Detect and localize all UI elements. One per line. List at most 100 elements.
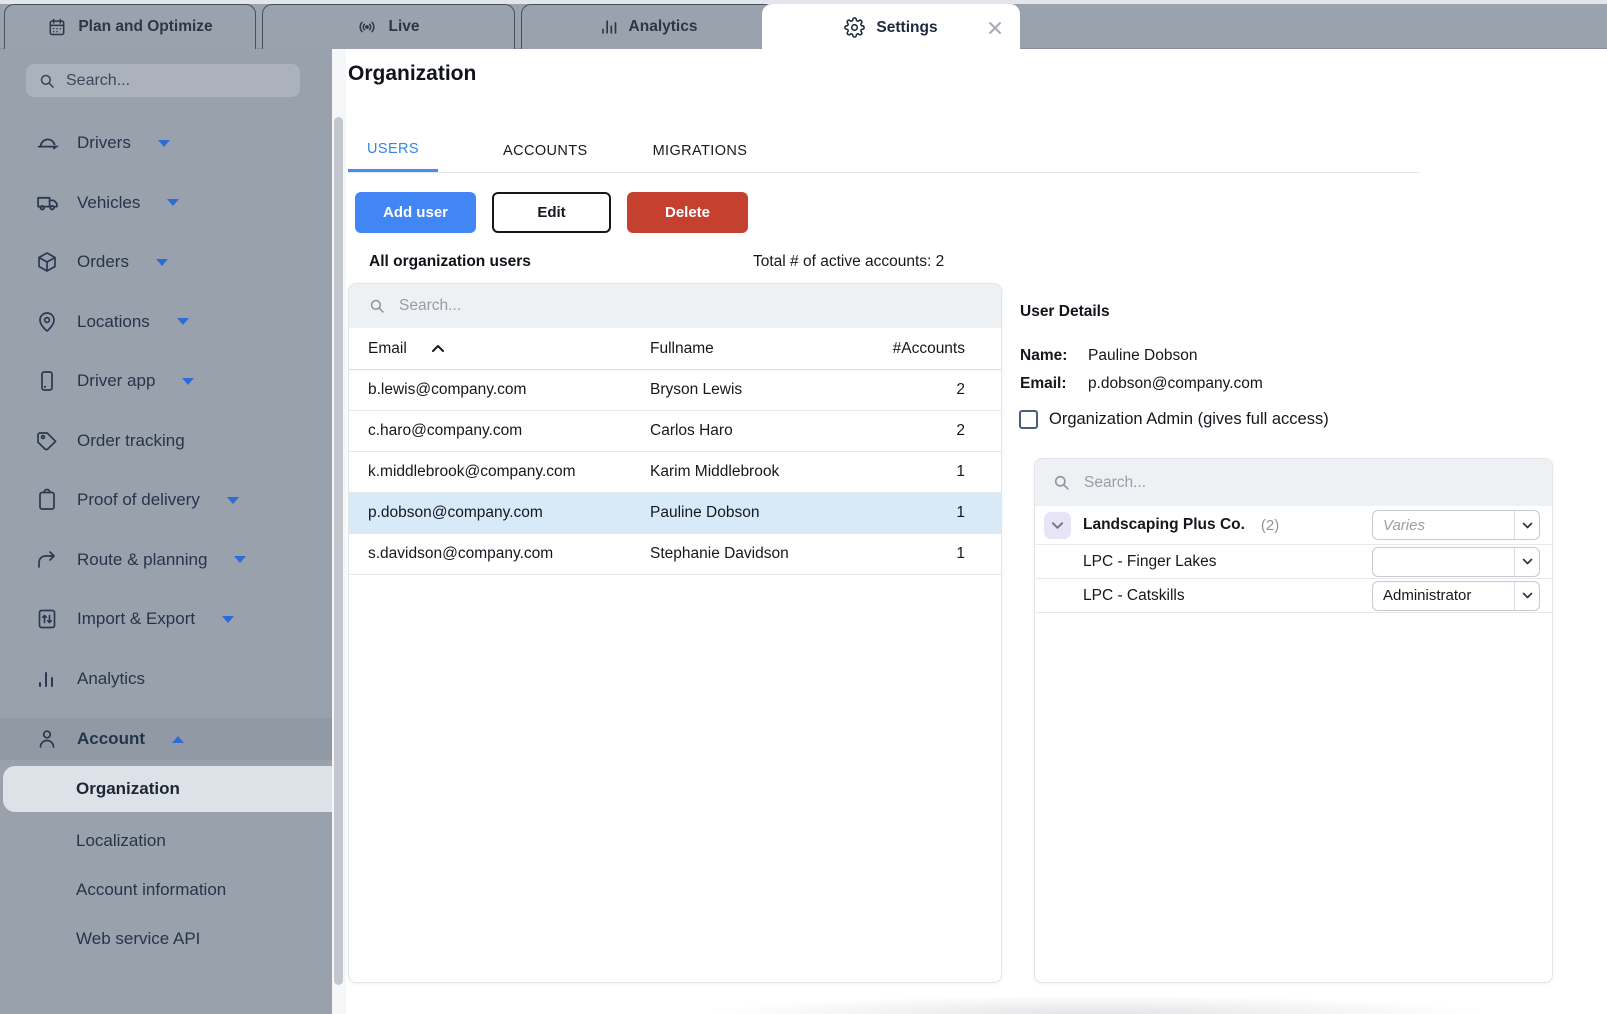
sidebar-item-vehicles[interactable]: Vehicles (0, 183, 332, 223)
sidebar-item-route-planning[interactable]: Route & planning (0, 540, 332, 580)
account-name: LPC - Finger Lakes (1083, 553, 1217, 571)
role-select-value: Administrator (1373, 582, 1514, 610)
content-scrollbar-thumb[interactable] (334, 117, 343, 985)
tab-label: Settings (876, 19, 937, 37)
sidebar-item-locations[interactable]: Locations (0, 302, 332, 342)
tab-migrations[interactable]: MIGRATIONS (653, 129, 748, 172)
sidebar-item-analytics[interactable]: Analytics (0, 659, 332, 699)
account-count: (2) (1261, 517, 1279, 534)
cell-fullname: Carlos Haro (650, 422, 869, 440)
sidebar-item-account[interactable]: Account (0, 718, 332, 760)
search-icon (1052, 473, 1071, 492)
sidebar-item-label: Drivers (77, 133, 131, 153)
chevron-down-icon (158, 140, 170, 147)
cell-accounts: 1 (869, 504, 965, 522)
sidebar-subitem-account-information[interactable]: Account information (0, 870, 332, 910)
chevron-down-icon (227, 497, 239, 504)
tab-analytics[interactable]: Analytics (521, 4, 774, 49)
sidebar-subitem-label: Web service API (76, 929, 200, 949)
column-header-fullname[interactable]: Fullname (650, 340, 869, 358)
chevron-down-icon (177, 318, 189, 325)
tag-icon (34, 429, 60, 453)
tab-label: Live (388, 18, 419, 36)
cell-fullname: Pauline Dobson (650, 504, 869, 522)
person-icon (34, 727, 60, 751)
tab-users[interactable]: USERS (348, 129, 438, 172)
tab-live[interactable]: Live (262, 4, 515, 49)
chevron-up-icon (172, 736, 184, 743)
table-row[interactable]: k.middlebrook@company.com Karim Middlebr… (349, 452, 1001, 493)
broadcast-icon (357, 17, 377, 37)
delete-button[interactable]: Delete (627, 192, 748, 233)
app-tab-bar: Plan and Optimize Live Analytics Setting… (0, 0, 1607, 49)
sidebar-item-label: Order tracking (77, 431, 185, 451)
column-header-accounts[interactable]: #Accounts (869, 340, 965, 358)
table-row-selected[interactable]: p.dobson@company.com Pauline Dobson 1 (349, 493, 1001, 534)
tab-settings[interactable]: Settings (762, 4, 1020, 50)
sidebar-item-driver-app[interactable]: Driver app (0, 361, 332, 401)
sidebar-item-label: Orders (77, 252, 129, 272)
search-icon (368, 297, 386, 315)
settings-sidebar: Search... Drivers Vehicles (0, 49, 332, 1014)
tab-accounts[interactable]: ACCOUNTS (503, 129, 588, 172)
table-row[interactable]: s.davidson@company.com Stephanie Davidso… (349, 534, 1001, 575)
sidebar-subitem-localization[interactable]: Localization (0, 821, 332, 861)
role-select[interactable]: Varies (1372, 510, 1540, 540)
organization-admin-checkbox[interactable] (1019, 410, 1038, 429)
add-user-button[interactable]: Add user (355, 192, 476, 233)
account-name: Landscaping Plus Co. (1083, 516, 1245, 534)
name-label: Name: (1020, 347, 1067, 365)
sidebar-item-label: Driver app (77, 371, 155, 391)
organization-tabs: USERS ACCOUNTS MIGRATIONS (348, 129, 1420, 173)
sidebar-item-label: Account (77, 729, 145, 749)
sidebar-search-input[interactable]: Search... (26, 64, 300, 97)
bottom-shadow (606, 988, 1586, 1014)
sidebar-item-label: Analytics (77, 669, 145, 689)
sidebar-item-import-export[interactable]: Import & Export (0, 599, 332, 639)
sidebar-item-label: Proof of delivery (77, 490, 200, 510)
cell-email: p.dobson@company.com (368, 504, 650, 522)
phone-icon (34, 369, 60, 393)
bar-chart-icon (34, 667, 60, 691)
account-tree-row-child: LPC - Finger Lakes (1035, 545, 1552, 579)
edit-button[interactable]: Edit (492, 192, 611, 233)
tab-plan-and-optimize[interactable]: Plan and Optimize (4, 4, 256, 49)
table-row[interactable]: b.lewis@company.com Bryson Lewis 2 (349, 370, 1001, 411)
expander-button[interactable] (1044, 512, 1071, 539)
page-title: Organization (348, 62, 476, 86)
sidebar-item-orders[interactable]: Orders (0, 242, 332, 282)
sidebar-subitem-label: Localization (76, 831, 166, 851)
map-pin-icon (34, 310, 60, 334)
chevron-down-icon (1051, 519, 1064, 532)
close-tab-icon[interactable] (987, 20, 1003, 36)
account-name: LPC - Catskills (1083, 587, 1185, 605)
accounts-search-input[interactable]: Search... (1035, 459, 1552, 506)
role-select[interactable] (1372, 547, 1540, 577)
cell-fullname: Bryson Lewis (650, 381, 869, 399)
organization-admin-checkbox-row: Organization Admin (gives full access) (1019, 410, 1329, 429)
sidebar-subitem-organization[interactable]: Organization (3, 766, 332, 812)
users-list-title: All organization users (369, 253, 531, 271)
users-search-input[interactable]: Search... (349, 284, 1001, 328)
column-header-email[interactable]: Email (368, 340, 650, 358)
content-scrollbar-track (332, 49, 346, 1014)
table-row[interactable]: c.haro@company.com Carlos Haro 2 (349, 411, 1001, 452)
cell-email: k.middlebrook@company.com (368, 463, 650, 481)
sidebar-subitem-web-service-api[interactable]: Web service API (0, 919, 332, 959)
gear-icon (844, 17, 865, 38)
active-accounts-total: Total # of active accounts: 2 (753, 253, 944, 271)
sidebar-subitem-label: Account information (76, 880, 226, 900)
sidebar-nav: Drivers Vehicles Orders (0, 123, 332, 959)
cell-accounts: 2 (869, 422, 965, 440)
role-select[interactable]: Administrator (1372, 581, 1540, 611)
sidebar-item-order-tracking[interactable]: Order tracking (0, 421, 332, 461)
chevron-down-icon (1514, 582, 1539, 610)
role-select-value: Varies (1373, 511, 1514, 539)
name-value: Pauline Dobson (1088, 347, 1197, 365)
cell-email: c.haro@company.com (368, 422, 650, 440)
sidebar-item-proof-of-delivery[interactable]: Proof of delivery (0, 480, 332, 520)
bar-chart-icon (598, 17, 618, 37)
sidebar-item-drivers[interactable]: Drivers (0, 123, 332, 163)
accounts-search-placeholder: Search... (1084, 474, 1146, 492)
cell-accounts: 2 (869, 381, 965, 399)
